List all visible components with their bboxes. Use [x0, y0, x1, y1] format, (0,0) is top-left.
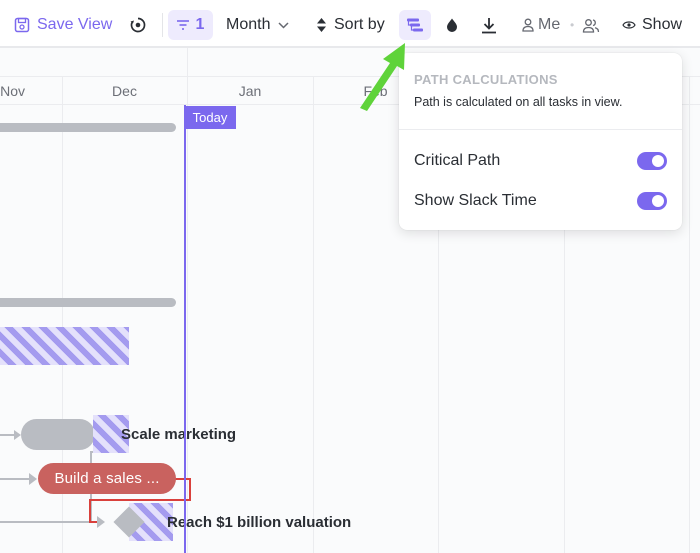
- reset-view-button[interactable]: [129, 10, 147, 40]
- group-summary-bar[interactable]: [0, 123, 176, 132]
- sort-icon: [316, 17, 327, 33]
- popover-title: PATH CALCULATIONS: [414, 72, 558, 87]
- dependency-arrowhead: [14, 430, 21, 440]
- filter-button[interactable]: 1: [168, 10, 213, 40]
- path-calculations-popover: PATH CALCULATIONS Path is calculated on …: [399, 53, 682, 230]
- grid-line: [689, 105, 690, 553]
- sort-label: Sort by: [334, 16, 385, 33]
- color-button[interactable]: [445, 10, 459, 40]
- filter-icon: [176, 20, 189, 30]
- grid-line: [313, 105, 314, 553]
- critical-path-option[interactable]: Critical Path: [414, 149, 667, 173]
- toolbar-divider: [162, 13, 163, 37]
- slack-time-option[interactable]: Show Slack Time: [414, 189, 667, 213]
- today-marker: Today: [184, 106, 236, 129]
- task-label: Reach $1 billion valuation: [167, 514, 352, 531]
- show-label: Show: [642, 16, 683, 33]
- today-line: [184, 105, 186, 553]
- task-bar-build-sales[interactable]: Build a sales ...: [38, 463, 176, 494]
- path-calculations-button[interactable]: [399, 10, 431, 40]
- me-label: Me: [538, 16, 561, 33]
- group-summary-bar[interactable]: [0, 298, 176, 307]
- separator-dot: •: [570, 18, 575, 32]
- people-icon: [582, 18, 600, 33]
- popover-description: Path is calculated on all tasks in view.: [414, 95, 623, 109]
- color-drop-icon: [445, 17, 459, 33]
- save-view-button[interactable]: Save View: [14, 10, 112, 40]
- path-icon: [407, 18, 423, 32]
- sort-button[interactable]: Sort by: [316, 10, 385, 40]
- gantt-view: Save View 1 Month Sort by Me • Show Nov …: [0, 0, 700, 553]
- chevron-down-icon: [278, 21, 289, 29]
- year-divider: [187, 48, 188, 77]
- dependency-arrowhead: [29, 473, 37, 485]
- person-icon: [522, 18, 534, 32]
- critical-path-toggle[interactable]: [637, 152, 667, 170]
- toolbar: Save View 1 Month Sort by Me • Show: [0, 0, 700, 48]
- filter-count: 1: [195, 16, 205, 33]
- me-filter-button[interactable]: Me: [522, 10, 560, 40]
- download-icon: [481, 17, 497, 34]
- task-bar-scale-marketing[interactable]: [21, 419, 95, 450]
- timescale-dropdown[interactable]: Month: [226, 10, 289, 40]
- option-label: Show Slack Time: [414, 192, 537, 209]
- month-cell: Dec: [62, 77, 188, 105]
- month-cell: Jan: [187, 77, 314, 105]
- option-label: Critical Path: [414, 152, 501, 169]
- save-icon: [14, 17, 30, 33]
- export-button[interactable]: [481, 10, 497, 40]
- task-label: Build a sales ...: [54, 470, 160, 487]
- show-button[interactable]: Show: [622, 10, 682, 40]
- save-view-label: Save View: [37, 16, 113, 33]
- reset-icon: [129, 16, 147, 34]
- popover-divider: [399, 129, 682, 130]
- slack-time-toggle[interactable]: [637, 192, 667, 210]
- eye-icon: [622, 19, 636, 31]
- dependency-arrowhead: [97, 516, 105, 528]
- task-label: Scale marketing: [121, 426, 237, 443]
- slack-time-bar: [0, 327, 129, 365]
- month-cell: Nov: [0, 77, 63, 105]
- timescale-label: Month: [226, 16, 271, 33]
- assignees-button[interactable]: [582, 10, 600, 40]
